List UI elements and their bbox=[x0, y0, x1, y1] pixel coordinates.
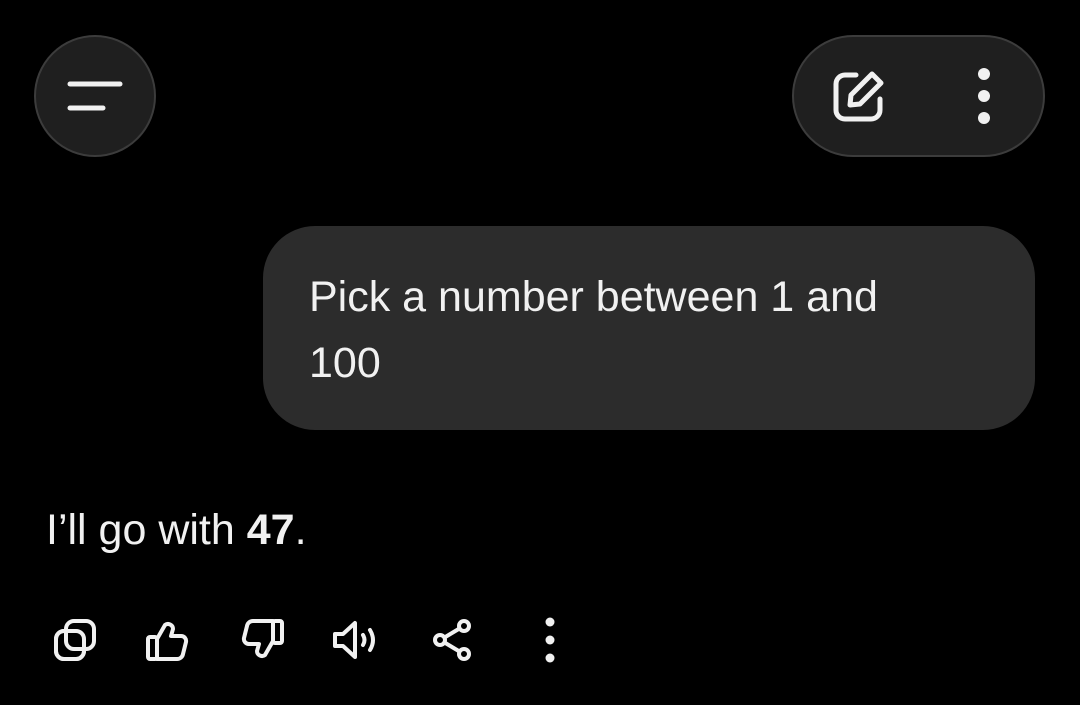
thumbs-up-icon bbox=[144, 617, 190, 663]
read-aloud-button[interactable] bbox=[323, 605, 393, 675]
assistant-reply-suffix: . bbox=[294, 506, 307, 554]
speaker-icon bbox=[331, 617, 385, 663]
user-message-text: Pick a number between 1 and 100 bbox=[309, 273, 878, 387]
more-vertical-icon bbox=[544, 617, 556, 663]
assistant-reply-prefix: I’ll go with bbox=[46, 506, 247, 554]
copy-icon bbox=[52, 617, 98, 663]
more-options-button[interactable] bbox=[944, 37, 1024, 155]
thumbs-up-button[interactable] bbox=[132, 605, 202, 675]
assistant-reply: I’ll go with 47. bbox=[46, 500, 307, 560]
top-actions-pill bbox=[792, 35, 1045, 157]
new-chat-button[interactable] bbox=[814, 37, 904, 155]
reply-more-button[interactable] bbox=[515, 605, 585, 675]
assistant-reply-number: 47 bbox=[246, 506, 295, 554]
menu-lines-icon bbox=[67, 78, 123, 114]
more-vertical-icon bbox=[974, 68, 994, 124]
share-icon bbox=[430, 617, 476, 663]
copy-button[interactable] bbox=[40, 605, 110, 675]
menu-button[interactable] bbox=[34, 35, 156, 157]
user-message-bubble: Pick a number between 1 and 100 bbox=[263, 226, 1035, 430]
pencil-square-icon bbox=[829, 66, 889, 126]
share-button[interactable] bbox=[418, 605, 488, 675]
thumbs-down-button[interactable] bbox=[228, 605, 298, 675]
thumbs-down-icon bbox=[240, 617, 286, 663]
